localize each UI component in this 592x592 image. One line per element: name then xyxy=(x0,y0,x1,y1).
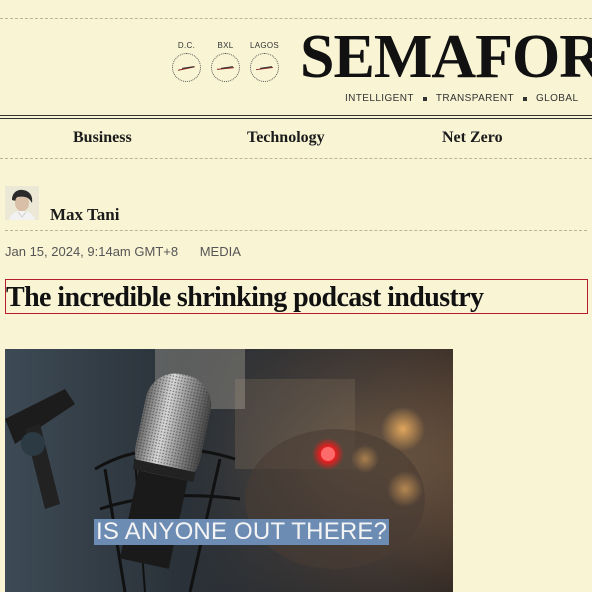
clock-label: D.C. xyxy=(177,41,196,50)
tagline-word: TRANSPARENT xyxy=(435,93,514,104)
tagline-word: GLOBAL xyxy=(535,93,579,104)
nav-item-net-zero[interactable]: Net Zero xyxy=(442,129,503,147)
clock-icon xyxy=(172,53,201,82)
clock-label: LAGOS xyxy=(249,41,280,50)
author-divider xyxy=(5,230,587,231)
publish-date: Jan 15, 2024, 9:14am GMT+8 xyxy=(5,244,179,259)
section-nav: Business Technology Net Zero xyxy=(0,120,592,158)
section-tag[interactable]: MEDIA xyxy=(200,244,241,259)
tagline: INTELLIGENT TRANSPARENT GLOBAL xyxy=(345,93,578,104)
avatar[interactable] xyxy=(5,186,39,220)
image-caption: IS ANYONE OUT THERE? xyxy=(94,518,390,545)
nav-item-technology[interactable]: Technology xyxy=(247,129,325,147)
article-meta: Jan 15, 2024, 9:14am GMT+8 MEDIA xyxy=(5,244,241,259)
nav-divider xyxy=(0,158,592,159)
tagline-word: INTELLIGENT xyxy=(345,93,414,104)
clock-label: BXL xyxy=(217,41,234,50)
author-name[interactable]: Max Tani xyxy=(50,205,119,225)
clock-bxl: BXL xyxy=(210,40,241,82)
masthead-divider xyxy=(0,115,592,119)
clock-icon xyxy=(250,53,279,82)
article-headline: The incredible shrinking podcast industr… xyxy=(6,282,484,313)
top-divider xyxy=(0,18,592,19)
nav-item-business[interactable]: Business xyxy=(73,129,132,147)
clock-dc: D.C. xyxy=(171,40,202,82)
hero-image: IS ANYONE OUT THERE? xyxy=(5,349,453,592)
bullet-icon xyxy=(522,96,527,101)
bullet-icon xyxy=(422,96,427,101)
brand-logo[interactable]: SEMAFOR xyxy=(300,22,592,92)
world-clocks: D.C. BXL LAGOS xyxy=(171,40,280,82)
clock-lagos: LAGOS xyxy=(249,40,280,82)
clock-icon xyxy=(211,53,240,82)
page: D.C. BXL LAGOS SEMAFOR INTELLIGENT TRANS… xyxy=(0,0,592,592)
